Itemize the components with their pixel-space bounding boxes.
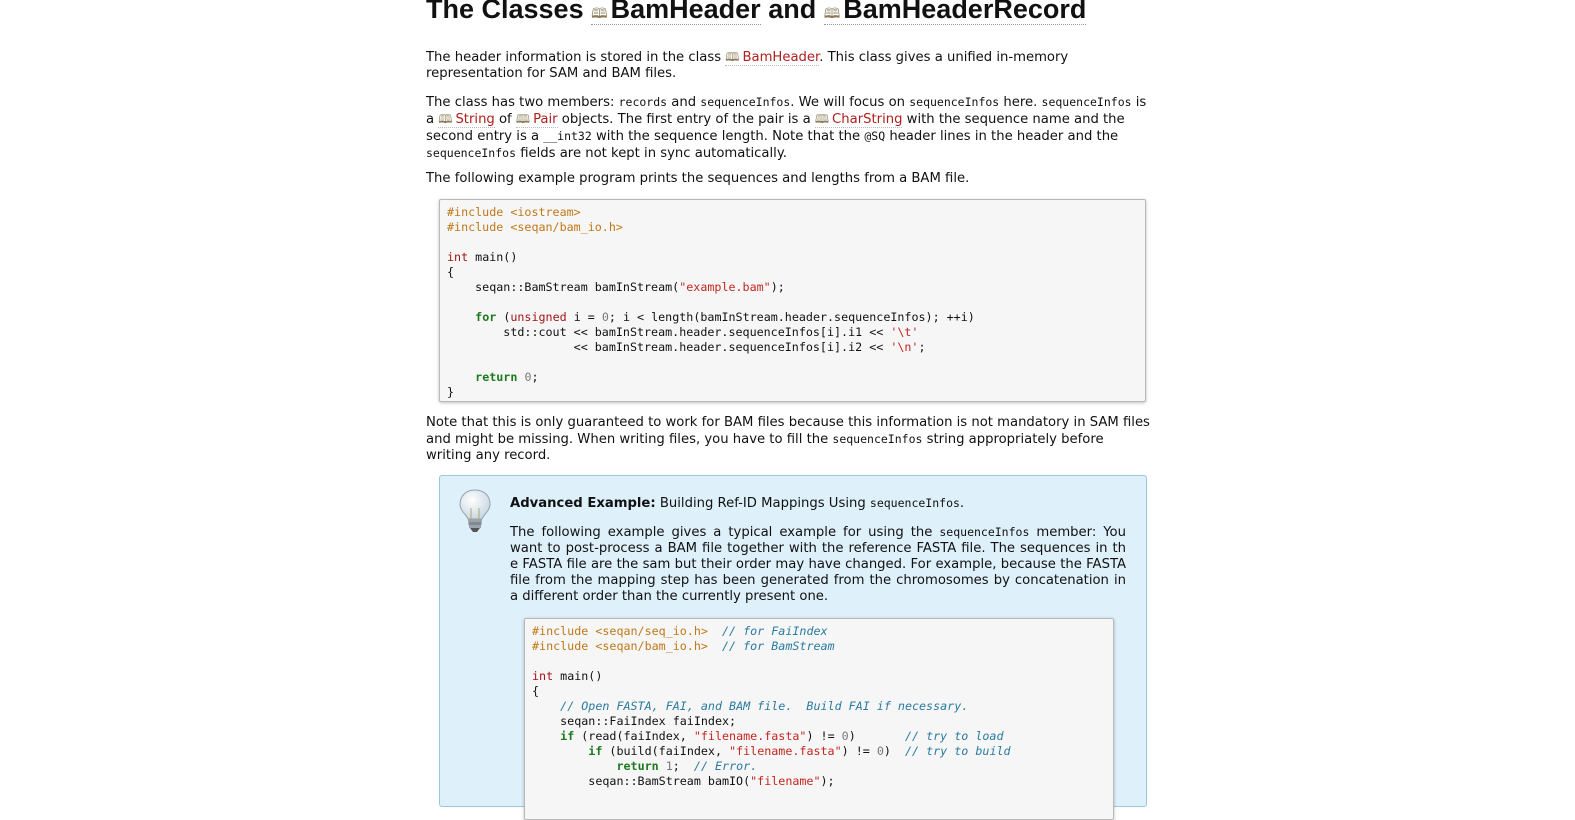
- page-title: The Classes 🕮︎ BamHeader and 🕮︎ BamHeaderR…: [426, 0, 1087, 27]
- book-icon: 🕮︎: [814, 112, 830, 126]
- example-intro-paragraph: The following example program prints the…: [426, 171, 970, 186]
- book-icon: 🕮︎: [591, 5, 608, 21]
- string-link[interactable]: 🕮︎ String: [438, 112, 495, 128]
- members-paragraph: The class has two members: records and s…: [426, 95, 1147, 161]
- tip-paragraph: The following example gives a typical ex…: [510, 525, 1126, 604]
- lightbulb-icon: [459, 489, 491, 532]
- intro-paragraph: The header information is stored in the …: [426, 50, 1069, 81]
- bamheader-link[interactable]: 🕮︎ BamHeader: [591, 0, 761, 25]
- pair-link[interactable]: 🕮︎ Pair: [515, 112, 558, 128]
- book-icon: 🕮︎: [438, 112, 453, 126]
- charstring-link[interactable]: 🕮︎ CharString: [814, 112, 903, 128]
- bamheaderrecord-link[interactable]: 🕮︎ BamHeaderRecord: [823, 0, 1087, 25]
- advanced-example-tip: Advanced Example: Building Ref-ID Mappin…: [439, 475, 1147, 820]
- bamheader-link[interactable]: 🕮︎ BamHeader: [725, 50, 820, 66]
- book-icon: 🕮︎: [823, 5, 841, 21]
- code-block-example: #include <iostream> #include <seqan/bam_…: [439, 199, 1146, 402]
- book-icon: 🕮︎: [725, 50, 740, 64]
- tip-heading: Advanced Example: Building Ref-ID Mappin…: [510, 496, 965, 511]
- note-paragraph: Note that this is only guaranteed to wor…: [426, 415, 1150, 463]
- code-block-advanced: #include <seqan/seq_io.h> // for FaiInde…: [524, 618, 1114, 820]
- book-icon: 🕮︎: [515, 112, 531, 126]
